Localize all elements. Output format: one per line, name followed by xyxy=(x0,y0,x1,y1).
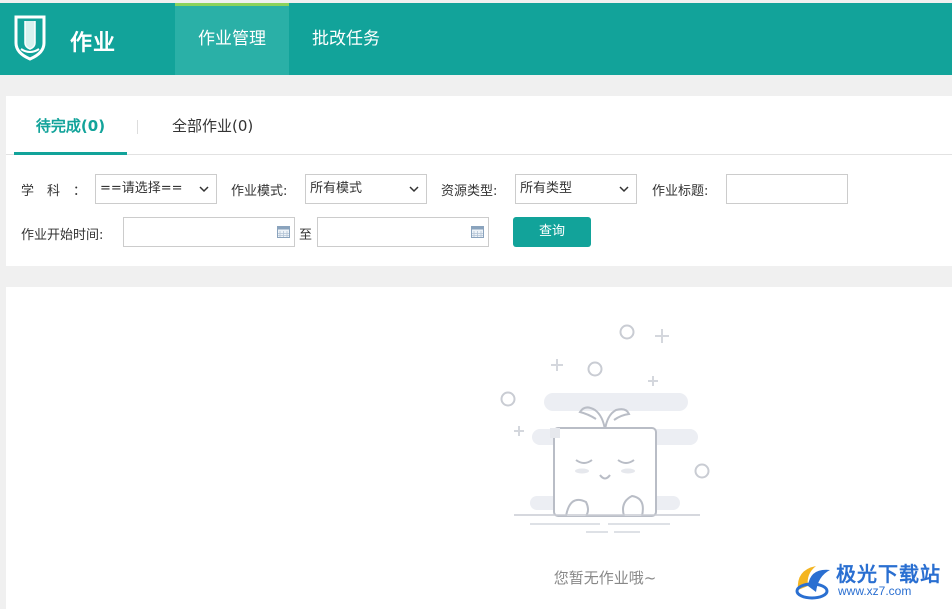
date-range-to-label: 至 xyxy=(299,228,313,243)
watermark: 极光下载站 www.xz7.com xyxy=(792,558,948,604)
tab-pending[interactable]: 待完成(0) xyxy=(14,96,127,155)
homework-title-input[interactable] xyxy=(726,174,848,204)
empty-box-illustration xyxy=(500,324,710,533)
start-date-to-input[interactable] xyxy=(317,217,489,247)
chevron-down-icon xyxy=(199,186,209,193)
tab-all-homework[interactable]: 全部作业(0) xyxy=(172,96,253,155)
watermark-title: 极光下载站 xyxy=(836,562,941,586)
subject-select-value: ==请选择== xyxy=(100,181,183,196)
query-button[interactable]: 查询 xyxy=(513,217,591,247)
watermark-logo-icon xyxy=(795,566,830,600)
app-logo-icon xyxy=(14,15,46,61)
tab-label: 全部作业(0) xyxy=(172,117,254,135)
chevron-down-icon xyxy=(409,186,419,193)
mode-select-value: 所有模式 xyxy=(310,181,363,196)
tab-bar: 待完成(0) 全部作业(0) xyxy=(6,96,952,155)
mode-select[interactable]: 所有模式 xyxy=(305,174,427,204)
calendar-icon[interactable] xyxy=(471,226,484,238)
subject-label: 学 科 ： xyxy=(21,184,87,199)
start-time-label: 作业开始时间: xyxy=(21,228,104,243)
app-title: 作业 xyxy=(70,31,117,56)
nav-item-grading-tasks[interactable]: 批改任务 xyxy=(296,3,396,75)
nav-item-homework-management[interactable]: 作业管理 xyxy=(175,3,289,75)
resource-type-select-value: 所有类型 xyxy=(520,181,573,196)
filter-panel: 待完成(0) 全部作业(0) 学 科 ： ==请选择== 作业模式: 所有模式 … xyxy=(6,96,952,266)
mode-label: 作业模式: xyxy=(231,184,288,199)
empty-state-message: 您暂无作业哦~ xyxy=(553,569,657,587)
resource-type-select[interactable]: 所有类型 xyxy=(515,174,637,204)
calendar-icon[interactable] xyxy=(277,226,290,238)
start-date-from-input[interactable] xyxy=(123,217,295,247)
top-navigation-bar: 作业 作业管理 批改任务 xyxy=(0,3,952,75)
tab-label: 待完成(0) xyxy=(35,117,106,135)
chevron-down-icon xyxy=(619,186,629,193)
nav-item-label: 作业管理 xyxy=(198,29,266,49)
subject-select[interactable]: ==请选择== xyxy=(95,174,217,204)
watermark-url: www.xz7.com xyxy=(838,584,912,598)
resource-type-label: 资源类型: xyxy=(441,184,498,199)
nav-item-label: 批改任务 xyxy=(312,29,380,49)
homework-title-label: 作业标题: xyxy=(652,184,709,199)
tab-divider xyxy=(137,120,138,134)
